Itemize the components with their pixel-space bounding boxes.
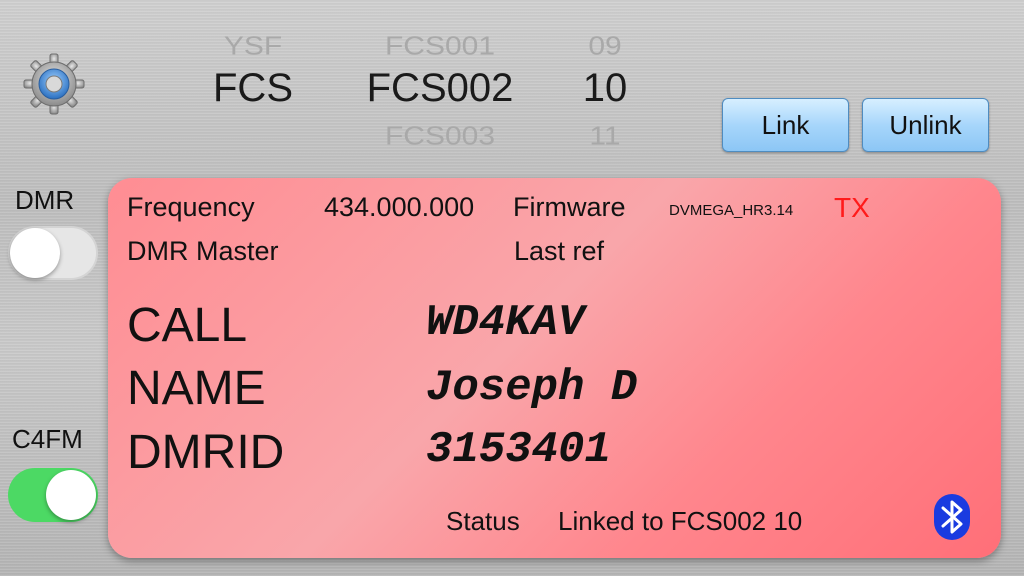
link-button[interactable]: Link	[722, 98, 849, 152]
unlink-button[interactable]: Unlink	[862, 98, 989, 152]
bluetooth-icon[interactable]	[934, 494, 970, 540]
dmrid-label: DMRID	[127, 426, 285, 479]
reflector-option-below[interactable]: FCS003	[350, 123, 530, 152]
c4fm-toggle-knob[interactable]	[46, 470, 96, 520]
status-value: Linked to FCS002 10	[558, 506, 803, 536]
mode-picker[interactable]: YSF FCS	[200, 30, 306, 150]
info-panel: Frequency 434.000.000 Firmware DVMEGA_HR…	[108, 178, 1001, 558]
dmr-master-label: DMR Master	[127, 236, 279, 266]
name-label: NAME	[127, 362, 266, 415]
call-value: WD4KAV	[426, 298, 585, 348]
dmrid-value: 3153401	[426, 425, 611, 475]
module-option-above[interactable]: 09	[560, 33, 650, 62]
last-ref-label: Last ref	[514, 236, 605, 266]
settings-gear-icon[interactable]	[22, 52, 86, 116]
reflector-option-above[interactable]: FCS001	[350, 33, 530, 62]
dmr-toggle[interactable]	[8, 226, 98, 280]
c4fm-toggle[interactable]	[8, 468, 98, 522]
name-value: Joseph D	[426, 363, 638, 413]
module-option-below[interactable]: 11	[560, 123, 650, 152]
call-label: CALL	[127, 299, 248, 352]
dmr-label: DMR	[15, 185, 75, 215]
frequency-value: 434.000.000	[324, 192, 475, 222]
firmware-label: Firmware	[513, 192, 626, 222]
dmr-toggle-knob[interactable]	[10, 228, 60, 278]
tx-indicator: TX	[834, 192, 870, 223]
c4fm-label: C4FM	[12, 424, 83, 454]
mode-option-selected[interactable]: FCS	[200, 66, 306, 111]
firmware-value: DVMEGA_HR3.14	[669, 202, 794, 219]
mode-option-above[interactable]: YSF	[200, 33, 306, 62]
reflector-option-selected[interactable]: FCS002	[350, 66, 530, 111]
status-label: Status	[446, 506, 520, 536]
module-option-selected[interactable]: 10	[560, 66, 650, 111]
frequency-label: Frequency	[127, 192, 255, 222]
module-picker[interactable]: 09 10 11	[560, 30, 650, 152]
reflector-picker[interactable]: FCS001 FCS002 FCS003	[350, 30, 530, 152]
